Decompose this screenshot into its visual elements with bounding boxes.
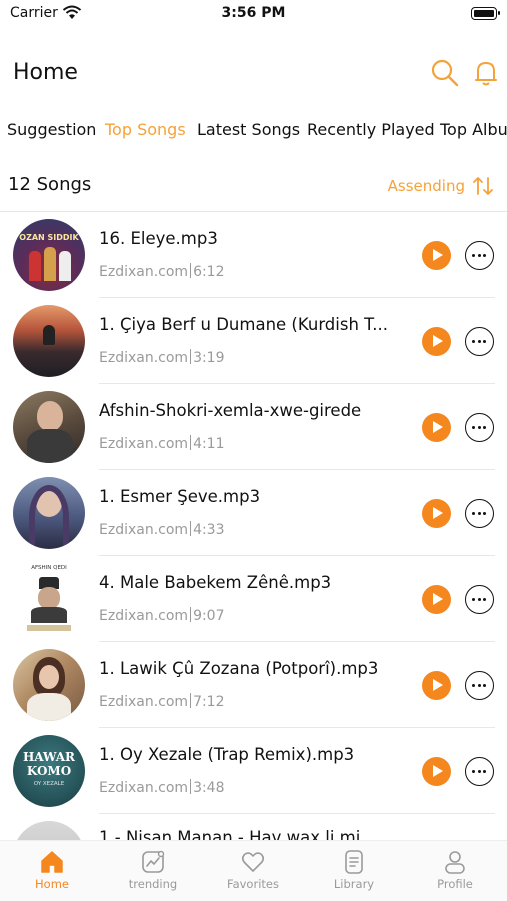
category-tabs: Suggestion Top Songs Latest Songs Recent… <box>0 120 507 146</box>
more-options-button[interactable] <box>465 327 494 356</box>
song-meta: Ezdixan.com 3:48 <box>99 779 225 796</box>
play-button[interactable] <box>422 413 451 442</box>
page-title: Home <box>13 60 78 85</box>
play-button[interactable] <box>422 327 451 356</box>
song-row[interactable]: OZAN SIDDIK 16. Eleye.mp3 Ezdixan.com 6:1… <box>0 212 507 298</box>
play-button[interactable] <box>422 585 451 614</box>
nav-favorites-label: Favorites <box>227 877 279 891</box>
nav-library[interactable]: Library <box>309 849 399 891</box>
bottom-tab-bar: Home trending Favorites Library Profile <box>0 840 507 901</box>
song-source: Ezdixan.com <box>99 608 189 624</box>
more-options-button[interactable] <box>465 757 494 786</box>
song-title: 4. Male Babekem Zênê.mp3 <box>99 573 332 592</box>
search-icon[interactable] <box>430 58 460 88</box>
play-button[interactable] <box>422 241 451 270</box>
song-source: Ezdixan.com <box>99 694 189 710</box>
song-row[interactable]: Afshin-Shokri-xemla-xwe-girede Ezdixan.c… <box>0 384 507 470</box>
home-icon <box>41 851 63 873</box>
song-list: OZAN SIDDIK 16. Eleye.mp3 Ezdixan.com 6:1… <box>0 212 507 840</box>
nav-trending[interactable]: trending <box>108 849 198 891</box>
more-options-button[interactable] <box>465 413 494 442</box>
nav-profile-label: Profile <box>437 877 473 891</box>
nav-home[interactable]: Home <box>7 849 97 891</box>
more-options-button[interactable] <box>465 585 494 614</box>
song-row[interactable]: 1. Çiya Berf u Dumane (Kurdish T... Ezdi… <box>0 298 507 384</box>
song-duration: 4:11 <box>193 436 225 452</box>
nav-favorites[interactable]: Favorites <box>208 849 298 891</box>
song-duration: 3:19 <box>193 350 225 366</box>
album-art <box>13 821 85 840</box>
song-row[interactable]: HAWAR KOMO OY XEZALE 1. Oy Xezale (Trap … <box>0 728 507 814</box>
song-row[interactable]: 1. Lawik Çû Zozana (Potporî).mp3 Ezdixan… <box>0 642 507 728</box>
clock: 3:56 PM <box>221 5 286 21</box>
album-art-text: AFSHIN QEDI <box>31 565 67 571</box>
album-art: HAWAR KOMO OY XEZALE <box>13 735 85 807</box>
tab-top-albums[interactable]: Top Albu <box>440 120 507 139</box>
album-art-text: KOMO <box>26 764 72 778</box>
app-header: Home <box>0 55 507 95</box>
play-button[interactable] <box>422 671 451 700</box>
song-source: Ezdixan.com <box>99 350 189 366</box>
song-count: 12 Songs <box>8 174 92 195</box>
song-row[interactable]: 1 - Nisan Manan - Hav wax li mi <box>0 814 507 840</box>
sort-button[interactable]: Assending <box>388 177 465 195</box>
status-bar: Carrier 3:56 PM <box>0 0 507 30</box>
heart-icon <box>241 852 265 872</box>
more-options-button[interactable] <box>465 241 494 270</box>
song-meta: Ezdixan.com 6:12 <box>99 263 225 280</box>
song-source: Ezdixan.com <box>99 264 189 280</box>
song-meta: Ezdixan.com 4:33 <box>99 521 225 538</box>
tab-suggestion[interactable]: Suggestion <box>7 120 96 139</box>
nav-profile[interactable]: Profile <box>410 849 500 891</box>
album-art-text: HAWAR <box>22 750 76 764</box>
trending-icon <box>142 850 165 873</box>
album-art: AFSHIN QEDI <box>13 563 85 635</box>
song-title: Afshin-Shokri-xemla-xwe-girede <box>99 401 362 420</box>
song-source: Ezdixan.com <box>99 780 189 796</box>
song-duration: 7:12 <box>193 694 225 710</box>
song-title: 1. Oy Xezale (Trap Remix).mp3 <box>99 745 355 764</box>
play-button[interactable] <box>422 499 451 528</box>
album-art: OZAN SIDDIK <box>13 219 85 291</box>
album-art-text: OY XEZALE <box>33 781 65 787</box>
nav-home-label: Home <box>35 877 69 891</box>
album-art-text: OZAN SIDDIK <box>19 233 79 242</box>
nav-library-label: Library <box>333 877 375 891</box>
song-source: Ezdixan.com <box>99 522 189 538</box>
song-duration: 9:07 <box>193 608 225 624</box>
song-title: 1. Çiya Berf u Dumane (Kurdish T... <box>99 315 389 334</box>
library-icon <box>345 850 363 874</box>
song-title: 1 - Nisan Manan - Hav wax li mi <box>99 828 361 840</box>
song-meta: Ezdixan.com 3:19 <box>99 349 225 366</box>
profile-icon <box>445 851 465 874</box>
tab-top-songs[interactable]: Top Songs <box>105 120 186 139</box>
album-art <box>13 649 85 721</box>
song-meta: Ezdixan.com 9:07 <box>99 607 225 624</box>
tab-recently-played[interactable]: Recently Played <box>307 120 435 139</box>
more-options-button[interactable] <box>465 671 494 700</box>
album-art <box>13 477 85 549</box>
nav-trending-label: trending <box>128 877 178 891</box>
tab-latest-songs[interactable]: Latest Songs <box>197 120 300 139</box>
sort-arrows-icon[interactable] <box>471 174 495 198</box>
bell-icon[interactable] <box>474 58 498 88</box>
song-duration: 6:12 <box>193 264 225 280</box>
song-title: 1. Lawik Çû Zozana (Potporî).mp3 <box>99 659 379 678</box>
song-duration: 3:48 <box>193 780 225 796</box>
battery-icon <box>471 7 500 20</box>
album-art <box>13 305 85 377</box>
song-source: Ezdixan.com <box>99 436 189 452</box>
album-art <box>13 391 85 463</box>
song-meta: Ezdixan.com 4:11 <box>99 435 225 452</box>
song-meta: Ezdixan.com 7:12 <box>99 693 225 710</box>
song-duration: 4:33 <box>193 522 225 538</box>
song-title: 16. Eleye.mp3 <box>99 229 218 248</box>
play-button[interactable] <box>422 757 451 786</box>
song-row[interactable]: 1. Esmer Şeve.mp3 Ezdixan.com 4:33 <box>0 470 507 556</box>
song-row[interactable]: AFSHIN QEDI 4. Male Babekem Zênê.mp3 Ezd… <box>0 556 507 642</box>
song-title: 1. Esmer Şeve.mp3 <box>99 487 261 506</box>
more-options-button[interactable] <box>465 499 494 528</box>
list-header: 12 Songs Assending <box>0 174 507 200</box>
